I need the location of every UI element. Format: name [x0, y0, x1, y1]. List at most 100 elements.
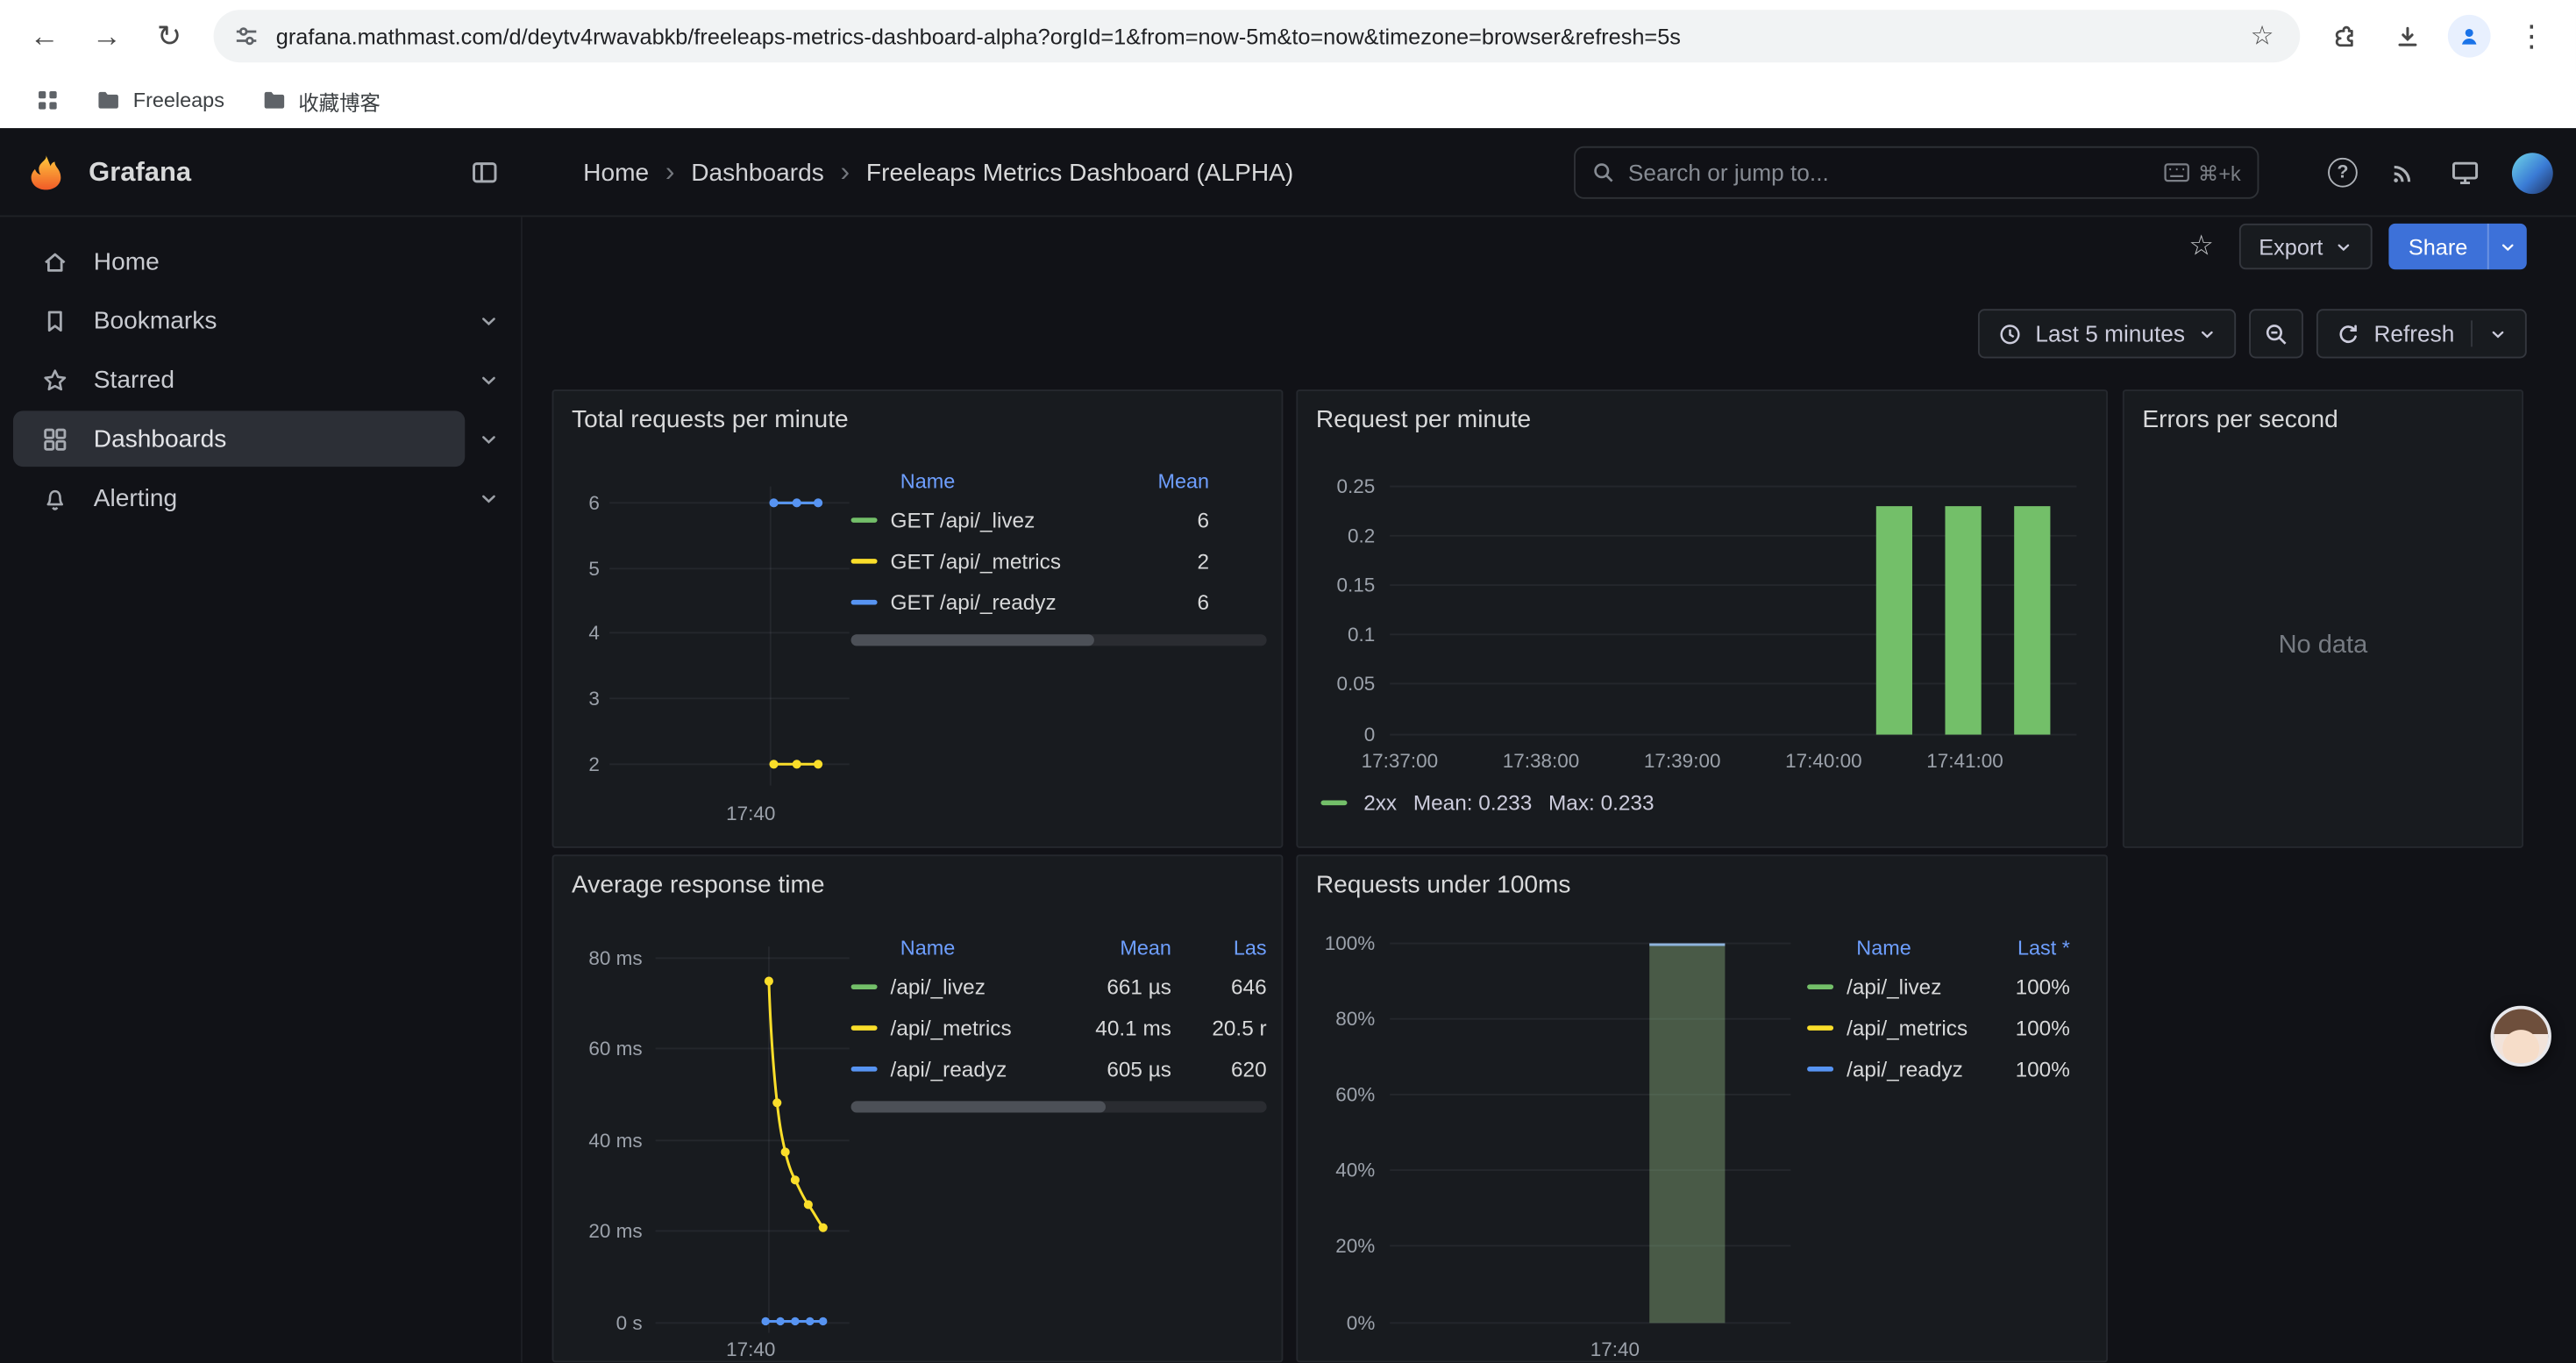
sidebar-item-home[interactable]: Home: [13, 233, 465, 289]
panel-title[interactable]: Average response time: [572, 871, 825, 899]
top-nav-actions: ?: [2328, 128, 2553, 217]
x-tick: 17:39:00: [1633, 749, 1731, 772]
chevron-down-icon[interactable]: [478, 310, 499, 331]
legend-series-label[interactable]: 2xx: [1363, 790, 1397, 815]
share-menu-button[interactable]: [2487, 224, 2527, 269]
refresh-label: Refresh: [2373, 320, 2454, 346]
sidebar-item-starred[interactable]: Starred: [13, 352, 465, 408]
divider: [2471, 320, 2473, 346]
legend-row[interactable]: GET /api/_readyz 6: [851, 582, 1267, 623]
user-avatar[interactable]: [2512, 152, 2553, 193]
y-tick: 20 ms: [560, 1219, 643, 1242]
zoom-out-icon: [2264, 321, 2288, 346]
bookmarks-bar: Freeleaps 收藏博客: [0, 72, 2576, 128]
bar-chart[interactable]: [1298, 391, 2110, 850]
x-tick: 17:41:00: [1916, 749, 2014, 772]
chevron-down-icon[interactable]: [2489, 325, 2508, 343]
legend-row[interactable]: /api/_metrics 40.1 ms 20.5 r: [851, 1008, 1267, 1049]
refresh-button[interactable]: Refresh: [2316, 309, 2527, 358]
chevron-down-icon[interactable]: [478, 428, 499, 449]
kebab-menu-icon: ⋮: [2517, 19, 2547, 54]
dashboards-grid-icon: [41, 425, 69, 453]
y-tick: 0%: [1305, 1311, 1376, 1334]
bookmark-item[interactable]: Freeleaps: [85, 82, 234, 118]
favorite-star-button[interactable]: ☆: [2180, 225, 2223, 268]
legend-header-name[interactable]: Name: [1856, 937, 1984, 960]
grafana-logo-icon[interactable]: [26, 153, 66, 192]
legend-header-last[interactable]: Las: [1171, 937, 1267, 960]
series-color-green: [1320, 800, 1347, 806]
x-tick: 17:40:00: [1775, 749, 1873, 772]
legend-row[interactable]: /api/_readyz 605 µs 620: [851, 1048, 1267, 1089]
search-shortcut: ⌘+k: [2164, 161, 2241, 185]
help-icon[interactable]: ?: [2328, 158, 2358, 188]
search-input[interactable]: Search or jump to... ⌘+k: [1574, 146, 2259, 199]
sidebar-item-dashboards[interactable]: Dashboards: [13, 410, 465, 467]
y-tick: 60 ms: [560, 1037, 643, 1060]
x-tick: 17:37:00: [1350, 749, 1448, 772]
zoom-out-button[interactable]: [2249, 309, 2303, 358]
panel-title[interactable]: Request per minute: [1316, 406, 1531, 434]
legend-row[interactable]: GET /api/_metrics 2: [851, 540, 1267, 582]
panel-title[interactable]: Errors per second: [2142, 406, 2338, 434]
grafana-top-nav: Grafana Home › Dashboards › Freeleaps Me…: [0, 128, 2576, 217]
bookmark-item[interactable]: 收藏博客: [251, 80, 390, 121]
url-bar[interactable]: grafana.mathmast.com/d/deytv4rwavabkb/fr…: [214, 10, 2301, 62]
scrollbar-thumb[interactable]: [851, 634, 1094, 646]
legend-row[interactable]: /api/_livez 100%: [1807, 967, 2070, 1008]
breadcrumb-home[interactable]: Home: [583, 159, 649, 187]
monitor-icon[interactable]: [2450, 158, 2481, 188]
breadcrumb-dashboards[interactable]: Dashboards: [691, 159, 824, 187]
legend-header-mean[interactable]: Mean: [1053, 937, 1171, 960]
series-color-yellow: [1807, 1025, 1833, 1031]
series-color-blue: [1807, 1067, 1833, 1073]
legend-inline[interactable]: 2xx Mean: 0.233 Max: 0.233: [1320, 790, 1654, 815]
sidebar-item-alerting[interactable]: Alerting: [13, 470, 465, 526]
scrollbar-thumb[interactable]: [851, 1101, 1106, 1112]
clock-icon: [1997, 321, 2022, 346]
legend-header-mean[interactable]: Mean: [1124, 470, 1209, 493]
export-button[interactable]: Export: [2239, 224, 2373, 269]
folder-icon: [96, 87, 122, 113]
toggle-sidebar-icon[interactable]: [470, 158, 500, 188]
legend-header-last[interactable]: Last *: [1984, 937, 2069, 960]
share-button[interactable]: Share: [2388, 224, 2526, 269]
legend-row[interactable]: /api/_readyz 100%: [1807, 1048, 2070, 1089]
floating-user-avatar[interactable]: [2491, 1006, 2551, 1067]
panel-title[interactable]: Requests under 100ms: [1316, 871, 1571, 899]
home-icon: [41, 247, 69, 275]
bell-icon: [41, 484, 69, 512]
url-text[interactable]: grafana.mathmast.com/d/deytv4rwavabkb/fr…: [276, 24, 2228, 48]
apps-button[interactable]: [26, 79, 69, 122]
rss-icon[interactable]: [2388, 158, 2418, 188]
download-icon: [2393, 22, 2421, 50]
bookmark-star-button[interactable]: ☆: [2245, 18, 2281, 54]
browser-menu-button[interactable]: ⋮: [2504, 8, 2560, 64]
legend-row[interactable]: /api/_livez 661 µs 646: [851, 967, 1267, 1008]
sidebar-item-bookmarks[interactable]: Bookmarks: [13, 293, 465, 349]
legend-scrollbar[interactable]: [851, 634, 1267, 646]
profile-button[interactable]: [2441, 8, 2497, 64]
legend-table: Name Last * /api/_livez 100% /api/_metri…: [1807, 931, 2070, 1090]
panel-title[interactable]: Total requests per minute: [572, 406, 849, 434]
chevron-down-icon[interactable]: [478, 488, 499, 509]
legend-row[interactable]: GET /api/_livez 6: [851, 500, 1267, 541]
legend-scrollbar[interactable]: [851, 1101, 1267, 1112]
series-color-green: [851, 517, 878, 524]
legend-header-name[interactable]: Name: [900, 937, 1053, 960]
forward-button[interactable]: →: [79, 8, 135, 64]
chevron-down-icon[interactable]: [478, 369, 499, 390]
legend-row[interactable]: /api/_metrics 100%: [1807, 1008, 2070, 1049]
legend-mean: Mean: 0.233: [1413, 790, 1532, 815]
site-settings-icon[interactable]: [233, 23, 260, 49]
back-button[interactable]: ←: [17, 8, 73, 64]
sidebar-item-label: Dashboards: [94, 425, 227, 453]
series-color-blue: [851, 599, 878, 605]
extensions-button[interactable]: [2316, 8, 2373, 64]
reload-button[interactable]: ↻: [141, 8, 197, 64]
downloads-button[interactable]: [2379, 8, 2435, 64]
y-tick: 3: [564, 687, 600, 710]
screen: ← → ↻ grafana.mathmast.com/d/deytv4rwava…: [0, 0, 2576, 1362]
legend-header-name[interactable]: Name: [900, 470, 1124, 493]
time-range-picker[interactable]: Last 5 minutes: [1978, 309, 2236, 358]
